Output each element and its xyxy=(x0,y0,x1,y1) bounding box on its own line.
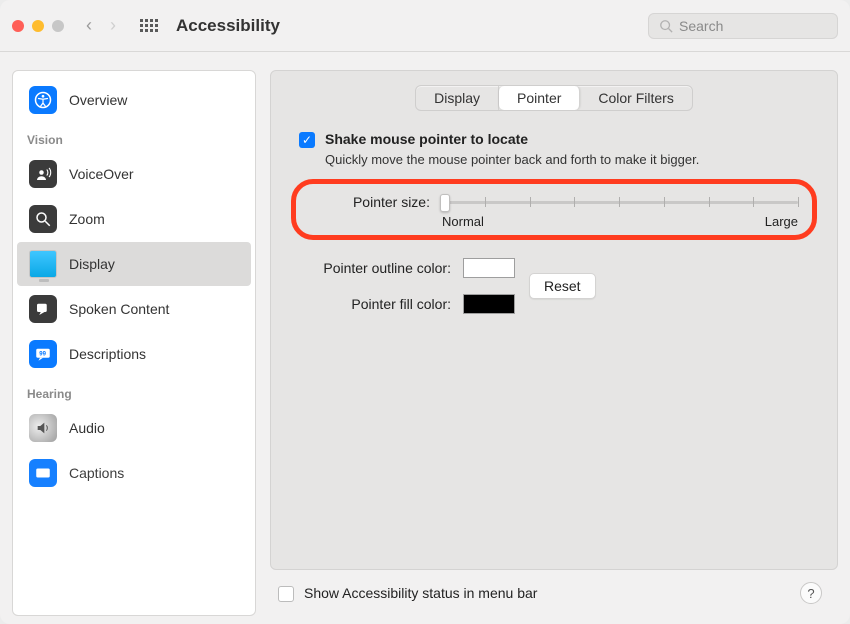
show-all-icon[interactable] xyxy=(140,19,158,32)
captions-icon xyxy=(29,459,57,487)
svg-text:99: 99 xyxy=(39,352,46,358)
sidebar-item-zoom[interactable]: Zoom xyxy=(17,197,251,241)
pointer-size-label: Pointer size: xyxy=(310,194,430,210)
sidebar-item-label: VoiceOver xyxy=(69,166,134,182)
slider-max-label: Large xyxy=(765,214,798,229)
pointer-size-slider[interactable] xyxy=(440,192,798,212)
sidebar: Overview Vision VoiceOver Zoom Display xyxy=(12,70,256,616)
settings-panel: Display Pointer Color Filters ✓ Shake mo… xyxy=(270,70,838,570)
outline-color-swatch[interactable] xyxy=(463,258,515,278)
slider-thumb[interactable] xyxy=(440,194,450,212)
show-status-menubar-checkbox[interactable] xyxy=(278,586,294,602)
accessibility-icon xyxy=(29,86,57,114)
help-button[interactable]: ? xyxy=(800,582,822,604)
nav-arrows: ‹ › xyxy=(86,15,116,36)
display-icon xyxy=(29,250,57,278)
titlebar: ‹ › Accessibility Search xyxy=(0,0,850,52)
sidebar-item-label: Descriptions xyxy=(69,346,146,362)
forward-button[interactable]: › xyxy=(110,15,116,36)
spoken-content-icon xyxy=(29,295,57,323)
sidebar-item-voiceover[interactable]: VoiceOver xyxy=(17,152,251,196)
fill-color-swatch[interactable] xyxy=(463,294,515,314)
fill-color-label: Pointer fill color: xyxy=(291,296,451,312)
zoom-icon xyxy=(29,205,57,233)
sidebar-item-spoken-content[interactable]: Spoken Content xyxy=(17,287,251,331)
tab-display[interactable]: Display xyxy=(416,86,499,110)
sidebar-item-label: Display xyxy=(69,256,115,272)
search-icon xyxy=(659,19,673,33)
voiceover-icon xyxy=(29,160,57,188)
tab-color-filters[interactable]: Color Filters xyxy=(580,86,691,110)
minimize-window-button[interactable] xyxy=(32,20,44,32)
outline-color-label: Pointer outline color: xyxy=(291,260,451,276)
sidebar-item-label: Zoom xyxy=(69,211,105,227)
sidebar-section-hearing: Hearing xyxy=(13,377,255,405)
tab-pointer[interactable]: Pointer xyxy=(499,86,580,110)
zoom-window-button[interactable] xyxy=(52,20,64,32)
tab-segmented-control: Display Pointer Color Filters xyxy=(415,85,693,111)
sidebar-item-audio[interactable]: Audio xyxy=(17,406,251,450)
shake-to-locate-helper: Quickly move the mouse pointer back and … xyxy=(325,152,725,167)
slider-min-label: Normal xyxy=(442,214,484,229)
sidebar-item-captions[interactable]: Captions xyxy=(17,451,251,495)
sidebar-item-descriptions[interactable]: 99 Descriptions xyxy=(17,332,251,376)
page-title: Accessibility xyxy=(176,16,280,36)
footer: Show Accessibility status in menu bar ? xyxy=(270,570,838,616)
preferences-window: ‹ › Accessibility Search Overview Vision xyxy=(0,0,850,624)
sidebar-item-label: Captions xyxy=(69,465,124,481)
close-window-button[interactable] xyxy=(12,20,24,32)
sidebar-section-vision: Vision xyxy=(13,123,255,151)
pointer-size-highlight: Pointer size: xyxy=(291,179,817,240)
search-placeholder: Search xyxy=(679,18,723,34)
sidebar-item-label: Audio xyxy=(69,420,105,436)
shake-to-locate-checkbox[interactable]: ✓ xyxy=(299,132,315,148)
sidebar-item-display[interactable]: Display xyxy=(17,242,251,286)
descriptions-icon: 99 xyxy=(29,340,57,368)
back-button[interactable]: ‹ xyxy=(86,15,92,36)
show-status-menubar-label: Show Accessibility status in menu bar xyxy=(304,585,537,601)
shake-to-locate-label: Shake mouse pointer to locate xyxy=(325,131,528,147)
search-field[interactable]: Search xyxy=(648,13,838,39)
audio-icon xyxy=(29,414,57,442)
sidebar-item-overview[interactable]: Overview xyxy=(17,78,251,122)
window-controls xyxy=(12,20,64,32)
reset-button[interactable]: Reset xyxy=(529,273,596,299)
sidebar-item-label: Spoken Content xyxy=(69,301,169,317)
sidebar-item-label: Overview xyxy=(69,92,127,108)
